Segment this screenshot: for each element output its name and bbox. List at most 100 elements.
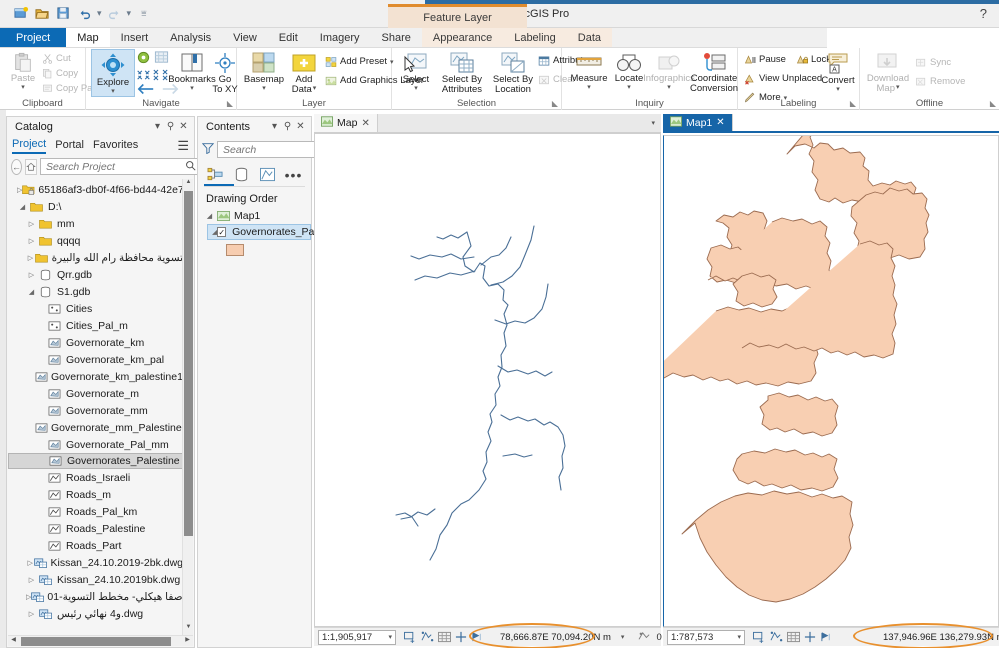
expand-arrow-down-icon[interactable]: ◢ [17, 203, 28, 211]
grid-icon[interactable] [787, 630, 800, 644]
catalog-tree-item[interactable]: ▷ Kissan_24.10.2019bk.dwg [8, 571, 183, 588]
layer-symbol-swatch[interactable] [226, 244, 244, 256]
expand-arrow-right-icon[interactable]: ▷ [26, 576, 37, 584]
catalog-tree-item[interactable]: Roads_Palestine [8, 520, 183, 537]
selected-features-icon[interactable] [638, 630, 652, 644]
catalog-tree-item[interactable]: ▷ qqqq [8, 232, 183, 249]
catalog-scroll-thumb[interactable] [184, 191, 193, 536]
scroll-down-icon[interactable]: ▼ [183, 624, 194, 635]
bookmarks-dropdown-icon[interactable]: ▾ [190, 85, 194, 92]
convert-dropdown-icon[interactable]: ▾ [836, 86, 840, 93]
select-button[interactable]: Select ▾ [397, 49, 435, 92]
tab-map[interactable]: Map [66, 28, 110, 47]
catalog-tree-item[interactable]: Roads_Part [8, 537, 183, 554]
scroll-up-icon[interactable]: ▲ [183, 179, 194, 190]
tab-data[interactable]: Data [566, 28, 613, 47]
close-icon[interactable]: ✕ [361, 118, 369, 129]
open-project-icon[interactable] [33, 4, 52, 23]
expand-arrow-down-icon[interactable]: ◢ [204, 212, 215, 220]
selection-tools-icon[interactable] [421, 630, 434, 644]
left-coordinate-units-dropdown-icon[interactable]: ▾ [621, 633, 625, 641]
expand-arrow-right-icon[interactable]: ▷ [26, 610, 37, 618]
catalog-tree-item[interactable]: Governorate_km [8, 334, 183, 351]
tab-share[interactable]: Share [371, 28, 422, 47]
left-scale-selector[interactable]: 1:1,905,917 ▾ [318, 629, 396, 645]
customize-qat-icon[interactable]: ⩸ [134, 8, 147, 19]
measure-direction-icon[interactable] [471, 630, 484, 644]
close-icon[interactable]: ✕ [716, 117, 724, 128]
right-map-canvas[interactable] [663, 135, 999, 627]
catalog-tree-item[interactable]: Governorate_mm_Palestine19 [8, 419, 183, 436]
catalog-search-box[interactable] [40, 158, 200, 175]
select-dropdown-icon[interactable]: ▾ [414, 85, 418, 92]
snapping-icon[interactable] [404, 630, 417, 644]
tab-project[interactable]: Project [0, 28, 67, 47]
select-by-location-button[interactable]: Select By Location [488, 49, 538, 95]
more-options-icon[interactable]: ••• [284, 166, 303, 183]
catalog-tree-item[interactable]: Roads_m [8, 486, 183, 503]
quick-access-toolbar[interactable]: ▾ ▾ ⩸ [0, 4, 148, 23]
tab-imagery[interactable]: Imagery [309, 28, 371, 47]
basemap-button[interactable]: Basemap ▾ [242, 49, 286, 92]
tab-appearance[interactable]: Appearance [421, 28, 504, 47]
layer-item-selected[interactable]: ◢ ✓ Governorates_Palesti [207, 224, 333, 240]
labeling-dialog-launcher-icon[interactable]: ◣ [850, 99, 856, 108]
help-icon[interactable]: ? [980, 6, 987, 21]
catalog-menu-chevron-icon[interactable]: ▾ [151, 121, 164, 132]
catalog-pin-icon[interactable]: ⚲ [164, 121, 177, 132]
measure-direction-icon[interactable] [820, 630, 833, 644]
tab-view[interactable]: View [222, 28, 268, 47]
selection-tools-icon[interactable] [770, 630, 783, 644]
catalog-tree-item[interactable]: Governorate_mm [8, 402, 183, 419]
save-project-icon[interactable] [54, 4, 73, 23]
catalog-tab-portal[interactable]: Portal [55, 139, 84, 153]
catalog-tree-item[interactable]: ▷ mm [8, 215, 183, 232]
undo-icon[interactable] [75, 4, 94, 23]
catalog-tree-item[interactable]: ▷ Qrr.gdb [8, 266, 183, 283]
expand-arrow-right-icon[interactable]: ▷ [26, 254, 35, 262]
previous-extent-grid-icon[interactable] [154, 50, 169, 68]
expand-arrow-down-icon[interactable]: ◢ [26, 288, 37, 296]
catalog-tree-item[interactable]: ◢ D:\ [8, 198, 183, 215]
hamburger-menu-icon[interactable]: ☰ [177, 138, 189, 154]
remove-button[interactable]: Remove [915, 74, 965, 89]
infographics-dropdown-icon[interactable]: ▾ [667, 84, 671, 91]
locate-button[interactable]: Locate ▾ [611, 50, 647, 91]
crosshair-icon[interactable] [455, 630, 467, 644]
add-data-dropdown-icon[interactable]: ▾ [313, 85, 317, 95]
expand-arrow-right-icon[interactable]: ▷ [26, 237, 37, 245]
layer-item[interactable]: ◢ Map1 [200, 208, 311, 224]
bookmarks-button[interactable]: Bookmarks ▾ [168, 49, 216, 92]
catalog-tree-item[interactable]: ▷ ‏و4 نهائي رئيس.dwg [8, 605, 183, 622]
contents-layer-list[interactable]: ◢ Map1 ◢ ✓ Governorates_Palesti [198, 208, 333, 256]
full-extent-icon[interactable] [136, 50, 151, 68]
explore-button[interactable]: Explore ▾ [91, 49, 135, 97]
expand-arrow-right-icon[interactable]: ▷ [26, 559, 34, 567]
contents-pin-icon[interactable]: ⚲ [281, 121, 294, 132]
explore-dropdown-icon[interactable]: ▾ [111, 88, 115, 95]
catalog-tree-item[interactable]: Cities [8, 300, 183, 317]
add-data-button[interactable]: Add Data ▾ [286, 49, 322, 95]
right-scale-dropdown-icon[interactable]: ▾ [737, 633, 741, 641]
right-scale-selector[interactable]: 1:787,573 ▾ [667, 629, 745, 645]
navigate-dialog-launcher-icon[interactable]: ◣ [227, 99, 233, 108]
catalog-vertical-scrollbar[interactable]: ▲ ▼ [182, 179, 193, 635]
view-tab-map1[interactable]: Map1 ✕ [663, 114, 733, 131]
catalog-horizontal-scrollbar[interactable]: ◀ ▶ [8, 635, 193, 646]
sync-button[interactable]: Sync [915, 55, 965, 70]
left-map-canvas[interactable] [314, 133, 661, 627]
basemap-dropdown-icon[interactable]: ▾ [262, 85, 266, 92]
catalog-tree-item[interactable]: ▷ Kissan_24.10.2019-2bk.dwg [8, 554, 183, 571]
coordinate-conversion-button[interactable]: Coordinate Conversion [690, 50, 738, 94]
catalog-tree-item[interactable]: Governorate_km_pal [8, 351, 183, 368]
left-scale-dropdown-icon[interactable]: ▾ [388, 633, 392, 641]
paste-dropdown-icon[interactable]: ▾ [21, 84, 25, 91]
catalog-tab-strip[interactable]: Project Portal Favorites ☰ [7, 136, 194, 156]
go-to-xy-button[interactable]: Go To XY [212, 49, 238, 95]
expand-arrow-right-icon[interactable]: ▷ [26, 220, 37, 228]
undo-dropdown-icon[interactable]: ▾ [96, 8, 103, 19]
snapping-icon[interactable] [753, 630, 766, 644]
locate-dropdown-icon[interactable]: ▾ [627, 84, 631, 91]
measure-dropdown-icon[interactable]: ▾ [587, 84, 591, 91]
download-map-button[interactable]: Download Map ▾ [865, 50, 911, 94]
